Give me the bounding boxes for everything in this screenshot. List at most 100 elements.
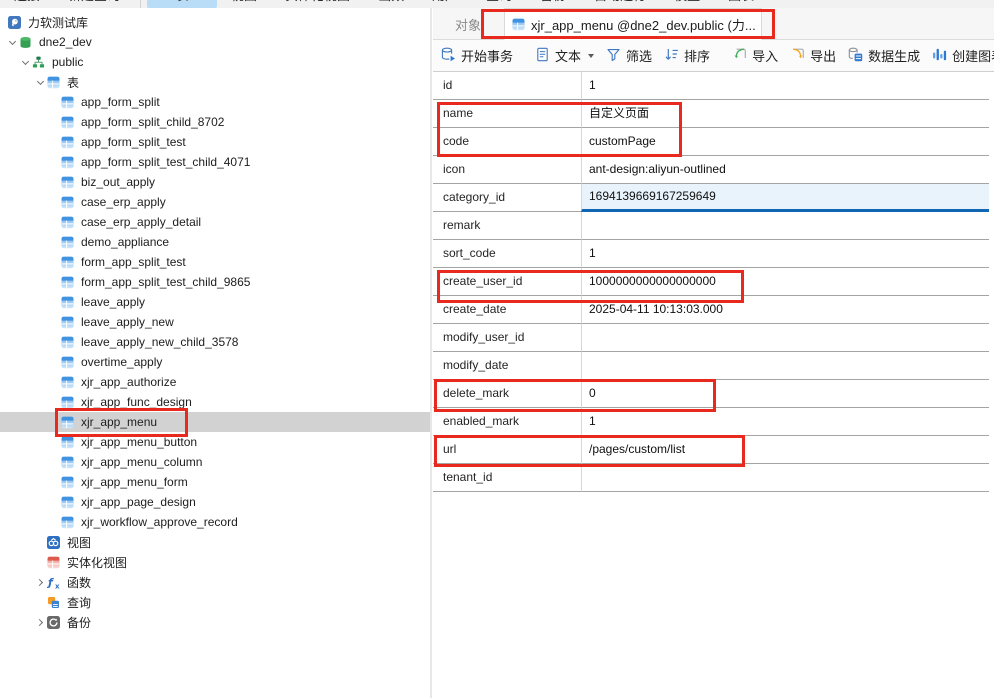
main-toolbar-item[interactable]: 函数 (364, 0, 418, 8)
tree-item-public[interactable]: public (0, 52, 431, 72)
tree-item-xjr_workflow_approve_record[interactable]: xjr_workflow_approve_record (0, 512, 431, 532)
main-toolbar-clipped: 连接新建查询 表视图实体化视图函数用户查询备份自动运行模型图表 (0, 0, 994, 8)
field-value-code[interactable]: customPage (581, 128, 989, 156)
tree-item-_[interactable]: 备份 (0, 612, 431, 632)
chevron-down-icon[interactable] (34, 72, 47, 92)
field-label-modify_date: modify_date (433, 352, 581, 380)
toolbar-button-data-generation[interactable]: 数据生成 (842, 42, 926, 69)
tree-item-_[interactable]: 表 (0, 72, 431, 92)
field-value-enabled_mark[interactable]: 1 (581, 408, 989, 436)
field-label-id: id (433, 72, 581, 100)
tree-item-xjr_app_menu[interactable]: xjr_app_menu (0, 412, 431, 432)
toolbar-button-label: 创建图表 (952, 46, 994, 65)
tree-item-xjr_app_menu_form[interactable]: xjr_app_menu_form (0, 472, 431, 492)
main-toolbar-item[interactable]: 查询 (472, 0, 526, 8)
tree-item-xjr_app_page_design[interactable]: xjr_app_page_design (0, 492, 431, 512)
tree-item-demo_appliance[interactable]: demo_appliance (0, 232, 431, 252)
chevron-spacer (48, 92, 61, 112)
tree-item-form_app_split_test[interactable]: form_app_split_test (0, 252, 431, 272)
tree-item-overtime_apply[interactable]: overtime_apply (0, 352, 431, 372)
field-value-name[interactable]: 自定义页面 (581, 100, 989, 128)
table-icon (61, 116, 74, 129)
main-toolbar-item[interactable]: 新建查询 (54, 0, 134, 8)
chevron-spacer (48, 272, 61, 292)
panel-divider[interactable] (430, 8, 432, 698)
field-value-tenant_id[interactable] (581, 464, 989, 492)
main-toolbar-item[interactable]: 模型 (660, 0, 714, 8)
tree-item-leave_apply_new_child_3578[interactable]: leave_apply_new_child_3578 (0, 332, 431, 352)
main-toolbar-item[interactable]: 表 (147, 0, 217, 8)
toolbar-button-sort[interactable]: 排序 (658, 42, 716, 69)
tree-item-app_form_split[interactable]: app_form_split (0, 92, 431, 112)
tree-item-dne2_dev[interactable]: dne2_dev (0, 32, 431, 52)
tree-item-xjr_app_authorize[interactable]: xjr_app_authorize (0, 372, 431, 392)
tree-item-xjr_app_menu_button[interactable]: xjr_app_menu_button (0, 432, 431, 452)
tree-item-form_app_split_test_child_9865[interactable]: form_app_split_test_child_9865 (0, 272, 431, 292)
tree-item-_[interactable]: ƒx函数 (0, 572, 431, 592)
chevron-right-icon[interactable] (34, 612, 47, 632)
tree-item-app_form_split_test[interactable]: app_form_split_test (0, 132, 431, 152)
field-value-icon[interactable]: ant-design:aliyun-outlined (581, 156, 989, 184)
tree-item-xjr_app_func_design[interactable]: xjr_app_func_design (0, 392, 431, 412)
field-value-modify_user_id[interactable] (581, 324, 989, 352)
tree-item-label: app_form_split (81, 95, 160, 109)
chevron-spacer (48, 472, 61, 492)
tree-item-_[interactable]: 实体化视图 (0, 552, 431, 572)
tree-item-_[interactable]: 视图 (0, 532, 431, 552)
tree-item-_[interactable]: 力软测试库 (0, 12, 431, 32)
svg-text:x: x (55, 582, 60, 589)
toolbar-button-label: 筛选 (626, 46, 652, 65)
tree-item-case_erp_apply_detail[interactable]: case_erp_apply_detail (0, 212, 431, 232)
dropdown-caret-icon[interactable] (588, 54, 594, 58)
main-toolbar-item[interactable]: 实体化视图 (271, 0, 364, 8)
tree-item-case_erp_apply[interactable]: case_erp_apply (0, 192, 431, 212)
table-icon (61, 316, 74, 329)
main-toolbar-item[interactable]: 备份 (526, 0, 580, 8)
tree-item-_[interactable]: 查询 (0, 592, 431, 612)
tree-item-label: app_form_split_child_8702 (81, 115, 224, 129)
chevron-spacer (48, 452, 61, 472)
tree-item-leave_apply[interactable]: leave_apply (0, 292, 431, 312)
tab-xjr-app-menu[interactable]: xjr_app_menu @dne2_dev.public (力... (504, 8, 762, 40)
tree-item-app_form_split_child_8702[interactable]: app_form_split_child_8702 (0, 112, 431, 132)
tree-item-app_form_split_test_child_4071[interactable]: app_form_split_test_child_4071 (0, 152, 431, 172)
main-toolbar-item[interactable]: 连接 (0, 0, 54, 8)
tree-item-xjr_app_menu_column[interactable]: xjr_app_menu_column (0, 452, 431, 472)
view-icon (47, 536, 60, 549)
toolbar-button-text[interactable]: 文本 (529, 42, 600, 69)
field-value-remark[interactable] (581, 212, 989, 240)
toolbar-button-import[interactable]: 导入 (726, 42, 784, 69)
chevron-right-icon[interactable] (34, 572, 47, 592)
toolbar-divider (140, 0, 141, 8)
field-row-icon: iconant-design:aliyun-outlined (433, 156, 989, 184)
field-value-delete_mark[interactable]: 0 (581, 380, 989, 408)
main-toolbar-item[interactable]: 图表 (714, 0, 768, 8)
table-icon (61, 356, 74, 369)
tab-objects[interactable]: 对象 (436, 8, 500, 40)
tree-item-biz_out_apply[interactable]: biz_out_apply (0, 172, 431, 192)
field-value-category_id[interactable]: 1694139669167259649 (581, 184, 989, 212)
tree-item-label: 表 (67, 74, 79, 91)
field-label-remark: remark (433, 212, 581, 240)
toolbar-button-create-chart[interactable]: 创建图表 (926, 42, 994, 69)
field-value-id[interactable]: 1 (581, 72, 989, 100)
toolbar-button-transaction[interactable]: 开始事务 (435, 42, 519, 69)
field-value-modify_date[interactable] (581, 352, 989, 380)
chevron-down-icon[interactable] (6, 32, 19, 52)
tree-item-label: demo_appliance (81, 235, 169, 249)
field-value-create_user_id[interactable]: 1000000000000000000 (581, 268, 989, 296)
field-value-sort_code[interactable]: 1 (581, 240, 989, 268)
tree-item-leave_apply_new[interactable]: leave_apply_new (0, 312, 431, 332)
function-icon: ƒx (47, 576, 60, 589)
field-value-url[interactable]: /pages/custom/list (581, 436, 989, 464)
toolbar-button-label: 导出 (810, 46, 836, 65)
field-value-create_date[interactable]: 2025-04-11 10:13:03.000 (581, 296, 989, 324)
main-toolbar-item[interactable]: 视图 (217, 0, 271, 8)
main-toolbar-item[interactable]: 用户 (418, 0, 472, 8)
toolbar-button-filter[interactable]: 筛选 (600, 42, 658, 69)
field-row-sort_code: sort_code1 (433, 240, 989, 268)
main-toolbar-item[interactable]: 自动运行 (580, 0, 660, 8)
chevron-down-icon[interactable] (19, 52, 32, 72)
tree-item-label: leave_apply_new_child_3578 (81, 335, 238, 349)
toolbar-button-export[interactable]: 导出 (784, 42, 842, 69)
